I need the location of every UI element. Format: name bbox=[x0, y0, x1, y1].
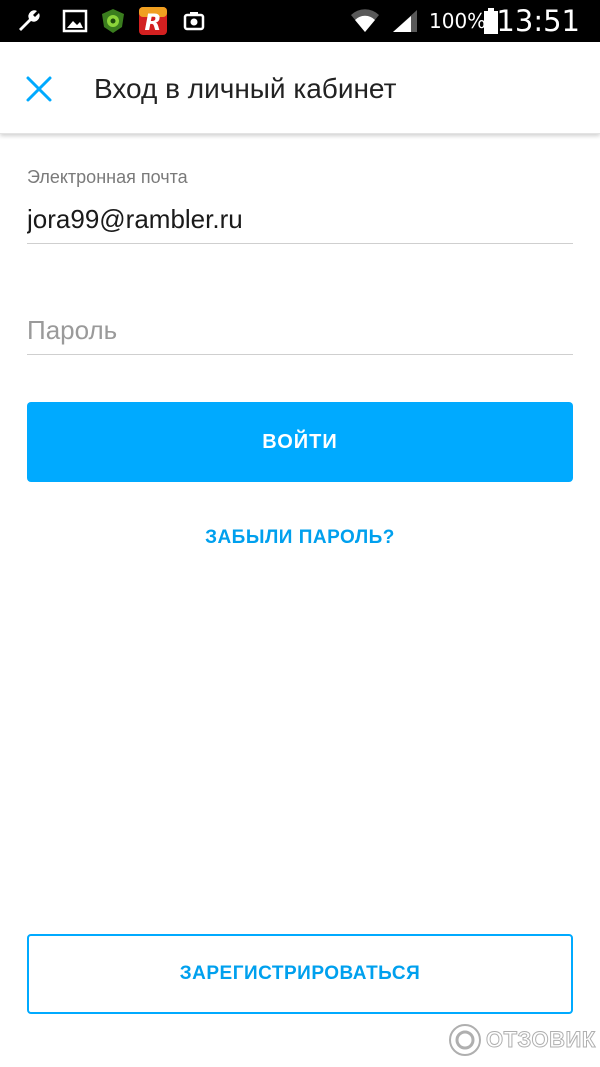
camera-icon bbox=[179, 6, 209, 36]
watermark: ОТЗОВИК bbox=[448, 1022, 596, 1058]
forgot-password-link[interactable]: ЗАБЫЛИ ПАРОЛЬ? bbox=[0, 527, 600, 549]
register-button-label: ЗАРЕГИСТРИРОВАТЬСЯ bbox=[179, 963, 421, 984]
clock: 13:51 bbox=[496, 4, 580, 38]
password-input[interactable] bbox=[27, 313, 573, 347]
close-button[interactable] bbox=[18, 68, 60, 110]
watermark-logo-icon bbox=[449, 1024, 481, 1056]
password-field bbox=[27, 313, 573, 355]
status-bar: R 100% 13:51 bbox=[0, 0, 600, 42]
page-title: Вход в личный кабинет bbox=[94, 73, 397, 104]
login-button[interactable]: ВОЙТИ bbox=[27, 402, 573, 482]
register-button[interactable]: ЗАРЕГИСТРИРОВАТЬСЯ bbox=[27, 934, 573, 1014]
gallery-icon bbox=[60, 6, 90, 36]
email-field: Электронная почта bbox=[27, 166, 573, 244]
wrench-icon bbox=[14, 6, 44, 36]
svg-text:R: R bbox=[145, 11, 162, 36]
signal-icon bbox=[390, 6, 420, 36]
r-app-icon: R bbox=[138, 6, 168, 36]
email-label: Электронная почта bbox=[27, 167, 188, 187]
shield-app-icon bbox=[98, 6, 128, 36]
wifi-icon bbox=[350, 6, 380, 36]
email-input[interactable] bbox=[27, 202, 573, 236]
password-underline bbox=[27, 354, 573, 355]
login-button-label: ВОЙТИ bbox=[262, 430, 338, 453]
email-underline bbox=[27, 243, 573, 244]
app-bar: Вход в личный кабинет bbox=[0, 42, 600, 134]
watermark-text: ОТЗОВИК bbox=[486, 1027, 596, 1053]
close-icon bbox=[26, 76, 52, 102]
